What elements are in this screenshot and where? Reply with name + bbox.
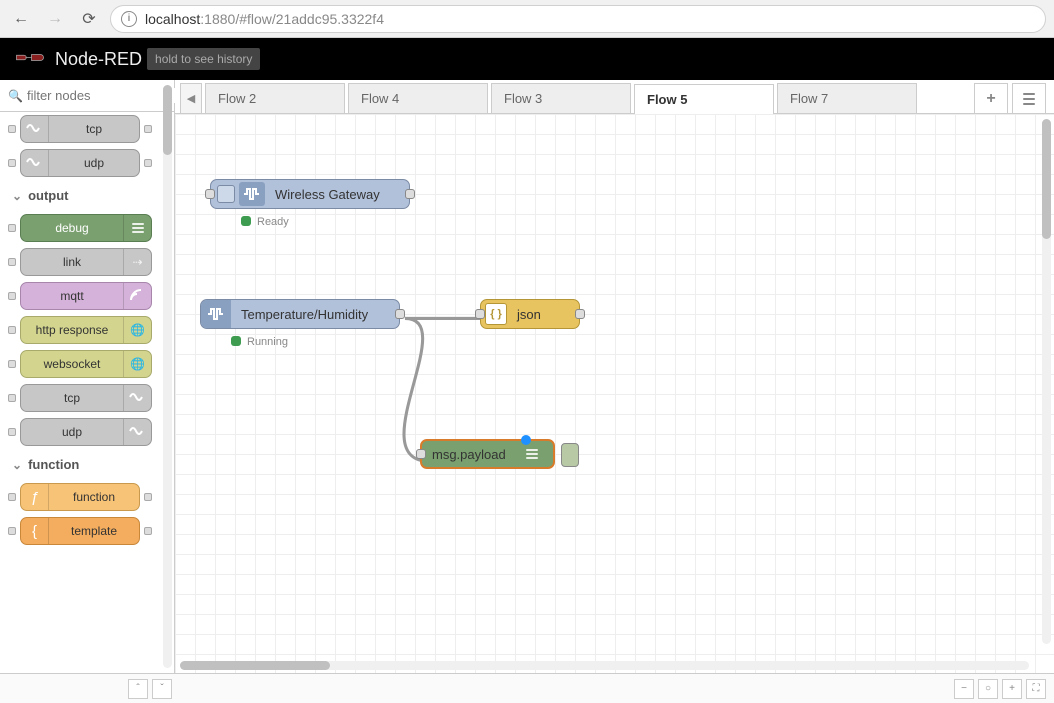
tab-flow-2[interactable]: Flow 2 bbox=[205, 83, 345, 113]
unsaved-change-icon bbox=[521, 435, 531, 445]
node-debug-payload[interactable]: msg.payload bbox=[420, 439, 555, 469]
function-icon: ƒ bbox=[21, 484, 49, 510]
palette-node-tcp-in[interactable]: tcp bbox=[20, 115, 140, 143]
canvas-h-scrollbar-thumb[interactable] bbox=[180, 661, 330, 670]
node-input-port[interactable] bbox=[416, 449, 426, 459]
link-icon: ⇢ bbox=[123, 249, 151, 275]
port-icon bbox=[144, 493, 152, 501]
palette-node-websocket[interactable]: websocket 🌐 bbox=[20, 350, 152, 378]
tab-flow-3[interactable]: Flow 3 bbox=[491, 83, 631, 113]
tab-flow-7[interactable]: Flow 7 bbox=[777, 83, 917, 113]
node-input-port[interactable] bbox=[475, 309, 485, 319]
serial-icon bbox=[201, 300, 231, 328]
flow-tabs: ◀ Flow 2 Flow 4 Flow 3 Flow 5 Flow 7 + bbox=[175, 80, 1054, 114]
node-wireless-gateway[interactable]: Wireless Gateway Ready bbox=[210, 179, 410, 209]
palette-node-function[interactable]: ƒ function bbox=[20, 483, 140, 511]
debug-toggle-button[interactable] bbox=[561, 443, 579, 467]
template-icon: { bbox=[21, 518, 49, 544]
node-json[interactable]: { } json bbox=[480, 299, 580, 329]
canvas-v-scrollbar-thumb[interactable] bbox=[1042, 119, 1051, 239]
node-output-port[interactable] bbox=[405, 189, 415, 199]
debug-icon bbox=[123, 215, 151, 241]
port-icon bbox=[8, 159, 16, 167]
status-dot-icon bbox=[231, 336, 241, 346]
port-icon bbox=[8, 326, 16, 334]
palette-collapse-down-button[interactable]: ˇ bbox=[152, 679, 172, 699]
palette-node-udp-in[interactable]: udp bbox=[20, 149, 140, 177]
tab-flow-4[interactable]: Flow 4 bbox=[348, 83, 488, 113]
mqtt-icon bbox=[123, 283, 151, 309]
udp-icon bbox=[123, 419, 151, 445]
port-icon bbox=[144, 527, 152, 535]
navigator-button[interactable]: ⛶ bbox=[1026, 679, 1046, 699]
port-icon bbox=[8, 292, 16, 300]
button-icon[interactable] bbox=[217, 185, 235, 203]
palette-node-link[interactable]: link ⇢ bbox=[20, 248, 152, 276]
port-icon bbox=[144, 125, 152, 133]
serial-icon bbox=[239, 182, 265, 206]
reload-button[interactable]: ⟳ bbox=[76, 6, 102, 32]
palette-filter: 🔍 bbox=[0, 80, 174, 112]
palette-collapse-up-button[interactable]: ˆ bbox=[128, 679, 148, 699]
node-temperature-humidity[interactable]: Temperature/Humidity Running bbox=[200, 299, 400, 329]
tcp-icon bbox=[21, 116, 49, 142]
port-icon bbox=[8, 224, 16, 232]
port-icon bbox=[8, 493, 16, 501]
flow-canvas[interactable]: Wireless Gateway Ready Temperature/Humid… bbox=[175, 114, 1054, 673]
browser-toolbar: ← → ⟳ i localhost:1880/#flow/21addc95.33… bbox=[0, 0, 1054, 38]
forward-button[interactable]: → bbox=[42, 6, 68, 32]
palette-node-template[interactable]: { template bbox=[20, 517, 140, 545]
url-host: localhost bbox=[145, 11, 200, 27]
list-flows-button[interactable] bbox=[1012, 83, 1046, 113]
port-icon bbox=[8, 258, 16, 266]
port-icon bbox=[8, 360, 16, 368]
address-bar[interactable]: i localhost:1880/#flow/21addc95.3322f4 bbox=[110, 5, 1046, 33]
port-icon bbox=[144, 159, 152, 167]
port-icon bbox=[8, 394, 16, 402]
palette-node-tcp-out[interactable]: tcp bbox=[20, 384, 152, 412]
url-path: /#flow/21addc95.3322f4 bbox=[235, 11, 384, 27]
port-icon bbox=[8, 125, 16, 133]
zoom-out-button[interactable]: − bbox=[954, 679, 974, 699]
node-status: Ready bbox=[257, 216, 289, 228]
back-button[interactable]: ← bbox=[8, 6, 34, 32]
site-info-icon[interactable]: i bbox=[121, 11, 137, 27]
palette-sidebar: 🔍 tcp udp output debug bbox=[0, 80, 175, 673]
palette-node-http-response[interactable]: http response 🌐 bbox=[20, 316, 152, 344]
globe-icon: 🌐 bbox=[123, 351, 151, 377]
globe-icon: 🌐 bbox=[123, 317, 151, 343]
palette-node-debug[interactable]: debug bbox=[20, 214, 152, 242]
port-icon bbox=[8, 527, 16, 535]
node-input-port[interactable] bbox=[205, 189, 215, 199]
search-icon: 🔍 bbox=[8, 89, 23, 103]
udp-icon bbox=[21, 150, 49, 176]
app-header: Node-RED hold to see history bbox=[0, 38, 1054, 80]
add-flow-button[interactable]: + bbox=[974, 83, 1008, 113]
app-title: Node-RED bbox=[55, 49, 142, 70]
url-port: :1880 bbox=[200, 11, 235, 27]
tabs-scroll-left[interactable]: ◀ bbox=[180, 83, 202, 113]
status-dot-icon bbox=[241, 216, 251, 226]
node-red-logo-icon bbox=[15, 52, 45, 66]
node-output-port[interactable] bbox=[395, 309, 405, 319]
zoom-in-button[interactable]: + bbox=[1002, 679, 1022, 699]
zoom-reset-button[interactable]: ○ bbox=[978, 679, 998, 699]
palette-scrollbar-thumb[interactable] bbox=[163, 85, 172, 155]
port-icon bbox=[8, 428, 16, 436]
header-hint: hold to see history bbox=[147, 48, 260, 70]
tcp-icon bbox=[123, 385, 151, 411]
category-output[interactable]: output bbox=[0, 180, 160, 211]
tab-flow-5[interactable]: Flow 5 bbox=[634, 84, 774, 114]
category-function[interactable]: function bbox=[0, 449, 160, 480]
json-icon: { } bbox=[485, 303, 507, 325]
node-output-port[interactable] bbox=[575, 309, 585, 319]
debug-icon bbox=[520, 449, 544, 459]
palette-scrollbar-track bbox=[163, 85, 172, 668]
palette-node-mqtt[interactable]: mqtt bbox=[20, 282, 152, 310]
node-status: Running bbox=[247, 336, 288, 348]
footer-bar: ˆ ˇ − ○ + ⛶ bbox=[0, 673, 1054, 703]
palette-node-udp-out[interactable]: udp bbox=[20, 418, 152, 446]
